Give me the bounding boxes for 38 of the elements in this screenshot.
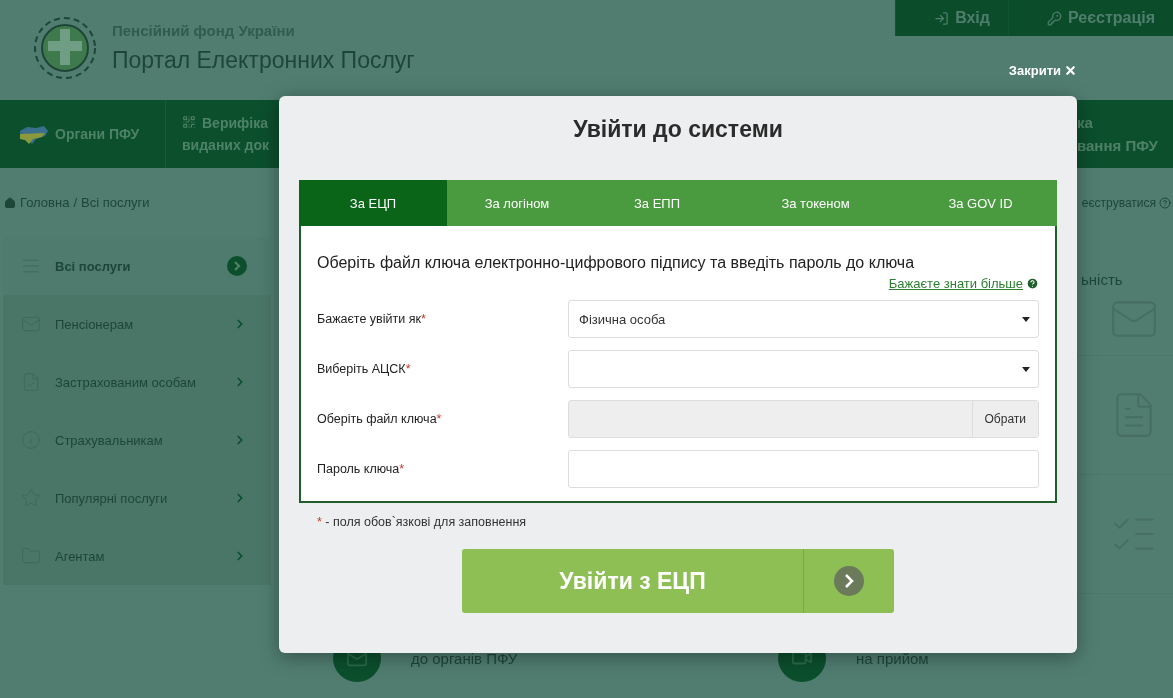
password-field[interactable] xyxy=(568,450,1039,488)
login-button[interactable]: Увійти з ЕЦП xyxy=(462,549,894,613)
home-icon xyxy=(4,196,16,209)
select-field[interactable] xyxy=(568,350,1039,388)
register-link[interactable]: Реєстрація xyxy=(1007,0,1173,36)
breadcrumb-separator: / xyxy=(73,195,78,210)
form-heading: Оберіть файл ключа електронно-цифрового підпису та введіть пароль до ключа xyxy=(317,254,916,272)
login-link[interactable]: Вхід xyxy=(895,0,1008,36)
required-note: * - поля обов`язкові для заповнення xyxy=(317,515,527,529)
portal-title: Портал Електронних Послуг xyxy=(112,47,415,74)
browse-button[interactable]: Обрати xyxy=(971,401,1038,437)
chevron-circle-icon xyxy=(227,256,247,276)
dialog-title: Увійти до системи xyxy=(573,116,783,144)
field-label: Пароль ключа* xyxy=(317,462,406,476)
help-icon xyxy=(1159,196,1171,209)
chevron-circle-icon xyxy=(834,566,864,596)
register-link[interactable]: еєструватися xyxy=(1081,195,1156,210)
emblem-logo xyxy=(32,15,98,81)
breadcrumb-link[interactable]: Головна xyxy=(20,195,70,210)
field-label: Бажаєте увійти як* xyxy=(317,312,427,326)
caret-icon xyxy=(1022,316,1030,322)
breadcrumb-link[interactable]: Всі послуги xyxy=(81,195,150,210)
caret-icon xyxy=(1022,366,1030,372)
help-icon xyxy=(1026,277,1039,290)
login-tab[interactable]: За ЕЦП xyxy=(299,180,447,226)
field-label: Оберіть файл ключа* xyxy=(317,412,443,426)
select-field[interactable]: Фізична особа xyxy=(568,300,1039,338)
key-icon xyxy=(1046,10,1062,26)
login-icon xyxy=(934,10,950,26)
map-icon xyxy=(19,124,49,144)
close-link[interactable]: Закрити xyxy=(1008,63,1077,78)
qr-code-icon xyxy=(182,115,196,129)
close-icon xyxy=(1064,64,1077,77)
nav-item[interactable]: Органи ПФУ xyxy=(3,100,166,168)
nav-item[interactable]: ка вання ПФУ xyxy=(1077,100,1173,168)
learn-more-link[interactable]: Бажаєте знати більше xyxy=(888,276,1039,291)
field-label: Виберіть АЦСК* xyxy=(317,362,412,376)
service-title: ьність xyxy=(1081,271,1124,288)
